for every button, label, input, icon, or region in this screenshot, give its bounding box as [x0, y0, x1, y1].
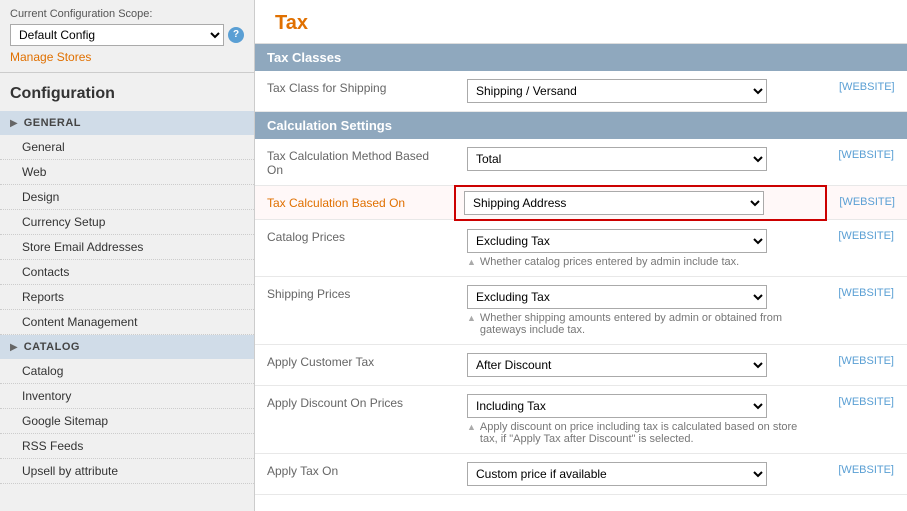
tax-classes-header: Tax Classes: [255, 44, 907, 71]
section-label: CATALOG: [24, 341, 80, 353]
table-row: Shipping Prices Excluding Tax Including …: [255, 276, 907, 344]
manage-stores-link[interactable]: Manage Stores: [10, 50, 91, 64]
table-row: Catalog Prices Excluding Tax Including T…: [255, 220, 907, 277]
row-label: Catalog Prices: [255, 220, 455, 277]
tax-classes-table: Tax Class for Shipping Shipping / Versan…: [255, 71, 907, 112]
tax-calc-based-on-select[interactable]: Shipping Address Billing Address Origin: [464, 191, 764, 215]
apply-tax-on-select[interactable]: Custom price if available Original price…: [467, 462, 767, 486]
row-control: Total Unit Price Row Total: [455, 139, 826, 186]
website-badge: [WEBSITE]: [826, 385, 907, 453]
shipping-prices-hint: Whether shipping amounts entered by admi…: [467, 312, 814, 336]
row-control: After Discount Before Discount: [455, 344, 826, 385]
sidebar-item-web[interactable]: Web: [0, 160, 254, 185]
calculation-settings-table: Tax Calculation Method Based On Total Un…: [255, 139, 907, 495]
scope-help-icon[interactable]: ?: [228, 27, 244, 43]
sidebar-item-content-management[interactable]: Content Management: [0, 310, 254, 335]
website-badge: [WEBSITE]: [826, 139, 907, 186]
catalog-prices-hint: Whether catalog prices entered by admin …: [467, 256, 814, 268]
sidebar-item-upsell[interactable]: Upsell by attribute: [0, 459, 254, 484]
apply-customer-tax-select[interactable]: After Discount Before Discount: [467, 353, 767, 377]
sidebar-section-general[interactable]: ▶ GENERAL: [0, 111, 254, 135]
sidebar-item-design[interactable]: Design: [0, 185, 254, 210]
sidebar-item-catalog[interactable]: Catalog: [0, 359, 254, 384]
tax-calc-method-select[interactable]: Total Unit Price Row Total: [467, 147, 767, 171]
table-row: Apply Customer Tax After Discount Before…: [255, 344, 907, 385]
website-badge: [WEBSITE]: [826, 186, 907, 220]
arrow-icon: ▶: [10, 342, 18, 353]
website-badge: [WEBSITE]: [827, 71, 907, 112]
table-row-highlighted: Tax Calculation Based On Shipping Addres…: [255, 186, 907, 220]
row-control: Shipping / Versand None Taxable Goods: [455, 71, 827, 112]
table-row: Tax Class for Shipping Shipping / Versan…: [255, 71, 907, 112]
main-content: Tax Tax Classes Tax Class for Shipping S…: [255, 0, 907, 511]
website-badge: [WEBSITE]: [826, 220, 907, 277]
row-label: Shipping Prices: [255, 276, 455, 344]
row-control: Excluding Tax Including Tax Whether ship…: [455, 276, 826, 344]
table-row: Apply Tax On Custom price if available O…: [255, 453, 907, 494]
row-label: Apply Tax On: [255, 453, 455, 494]
sidebar-title: Configuration: [0, 73, 254, 111]
sidebar: Current Configuration Scope: Default Con…: [0, 0, 255, 511]
row-control-highlighted: Shipping Address Billing Address Origin: [455, 186, 826, 220]
apply-discount-on-prices-select[interactable]: Including Tax Excluding Tax: [467, 394, 767, 418]
arrow-icon: ▶: [10, 118, 18, 129]
row-label-highlighted: Tax Calculation Based On: [255, 186, 455, 220]
tax-class-shipping-select[interactable]: Shipping / Versand None Taxable Goods: [467, 79, 767, 103]
website-badge: [WEBSITE]: [826, 344, 907, 385]
row-control: Excluding Tax Including Tax Whether cata…: [455, 220, 826, 277]
catalog-prices-select[interactable]: Excluding Tax Including Tax: [467, 229, 767, 253]
table-row: Tax Calculation Method Based On Total Un…: [255, 139, 907, 186]
sidebar-item-store-email[interactable]: Store Email Addresses: [0, 235, 254, 260]
sidebar-item-inventory[interactable]: Inventory: [0, 384, 254, 409]
calculation-settings-header: Calculation Settings: [255, 112, 907, 139]
website-badge: [WEBSITE]: [826, 453, 907, 494]
page-title: Tax: [255, 0, 907, 44]
sidebar-section-catalog[interactable]: ▶ CATALOG: [0, 335, 254, 359]
general-items: General Web Design Currency Setup Store …: [0, 135, 254, 335]
sidebar-item-rss-feeds[interactable]: RSS Feeds: [0, 434, 254, 459]
shipping-prices-select[interactable]: Excluding Tax Including Tax: [467, 285, 767, 309]
row-control: Custom price if available Original price…: [455, 453, 826, 494]
table-row: Apply Discount On Prices Including Tax E…: [255, 385, 907, 453]
scope-section: Current Configuration Scope: Default Con…: [0, 0, 254, 73]
sidebar-item-google-sitemap[interactable]: Google Sitemap: [0, 409, 254, 434]
apply-discount-hint: Apply discount on price including tax is…: [467, 421, 814, 445]
website-badge: [WEBSITE]: [826, 276, 907, 344]
row-label: Apply Customer Tax: [255, 344, 455, 385]
row-label: Tax Calculation Method Based On: [255, 139, 455, 186]
catalog-items: Catalog Inventory Google Sitemap RSS Fee…: [0, 359, 254, 484]
sidebar-item-contacts[interactable]: Contacts: [0, 260, 254, 285]
row-label: Apply Discount On Prices: [255, 385, 455, 453]
row-control: Including Tax Excluding Tax Apply discou…: [455, 385, 826, 453]
sidebar-item-reports[interactable]: Reports: [0, 285, 254, 310]
section-label: GENERAL: [24, 117, 81, 129]
scope-label: Current Configuration Scope:: [10, 8, 244, 20]
row-label: Tax Class for Shipping: [255, 71, 455, 112]
scope-select[interactable]: Default Config: [10, 24, 224, 46]
sidebar-item-general[interactable]: General: [0, 135, 254, 160]
sidebar-item-currency-setup[interactable]: Currency Setup: [0, 210, 254, 235]
